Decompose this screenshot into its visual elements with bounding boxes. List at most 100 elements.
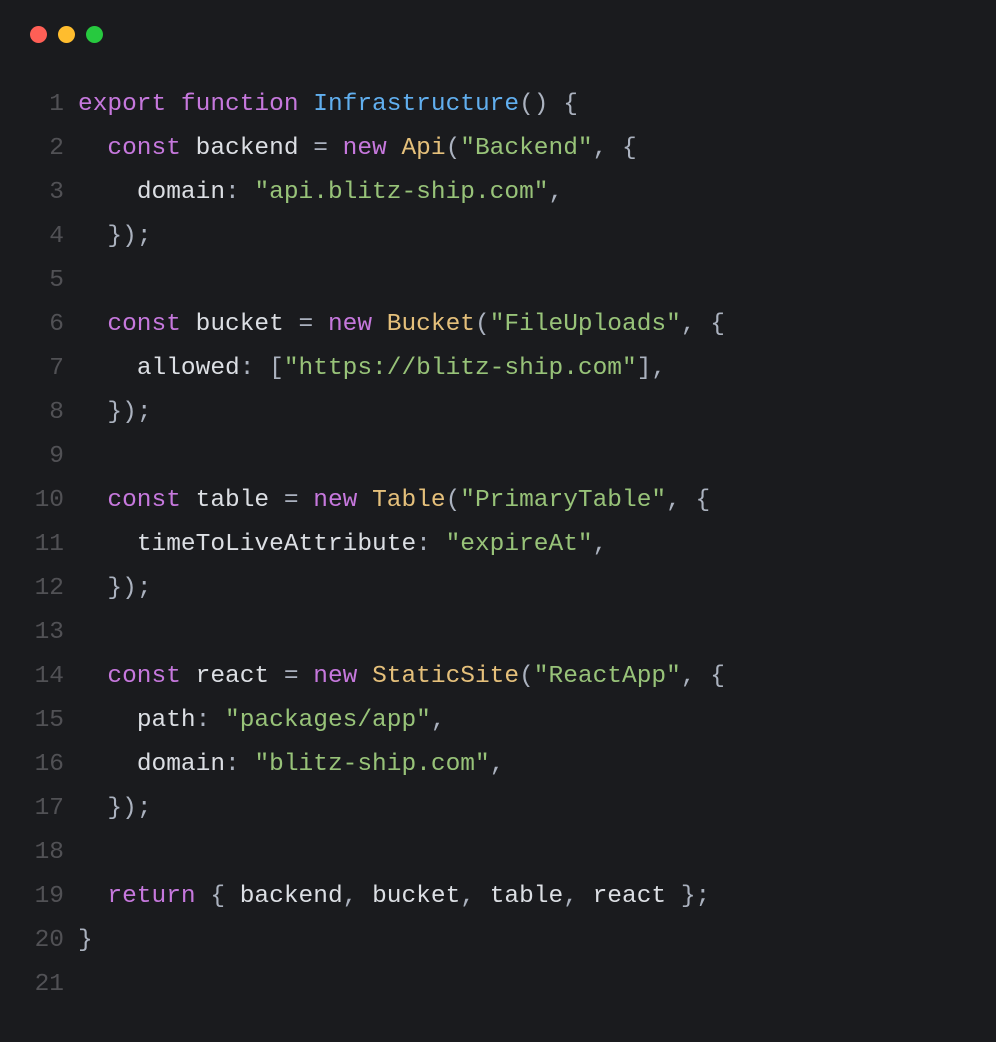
code-editor[interactable]: 1export function Infrastructure() {2 con… xyxy=(22,83,974,1007)
code-token: ( xyxy=(519,663,534,690)
code-token: "packages/app" xyxy=(225,707,431,734)
code-token: const xyxy=(107,663,181,690)
code-token xyxy=(372,311,387,338)
code-content: path: "packages/app", xyxy=(78,699,446,743)
code-content: }); xyxy=(78,787,152,831)
code-token: new xyxy=(313,487,357,514)
window-minimize-icon[interactable] xyxy=(58,26,75,43)
code-token xyxy=(607,135,622,162)
code-token xyxy=(357,883,372,910)
code-line: 3 domain: "api.blitz-ship.com", xyxy=(22,171,974,215)
code-token: Api xyxy=(401,135,445,162)
code-token: Bucket xyxy=(387,311,475,338)
code-token: react xyxy=(196,663,270,690)
code-token: , xyxy=(651,355,666,382)
code-token: allowed xyxy=(137,355,240,382)
code-token xyxy=(299,135,314,162)
code-token: } xyxy=(107,399,122,426)
code-token: : xyxy=(240,355,255,382)
code-token: react xyxy=(593,883,667,910)
code-content: timeToLiveAttribute: "expireAt", xyxy=(78,523,607,567)
line-number: 15 xyxy=(22,699,78,743)
code-window: 1export function Infrastructure() {2 con… xyxy=(0,0,996,1029)
code-token: = xyxy=(284,663,299,690)
window-zoom-icon[interactable] xyxy=(86,26,103,43)
code-token xyxy=(696,663,711,690)
code-content: domain: "blitz-ship.com", xyxy=(78,743,504,787)
line-number: 21 xyxy=(22,963,78,1007)
line-number: 3 xyxy=(22,171,78,215)
line-number: 5 xyxy=(22,259,78,303)
code-token xyxy=(78,531,137,558)
code-line: 1export function Infrastructure() { xyxy=(22,83,974,127)
code-token: ) xyxy=(122,223,137,250)
code-token xyxy=(475,883,490,910)
code-token xyxy=(357,663,372,690)
code-token: } xyxy=(107,575,122,602)
code-token xyxy=(166,91,181,118)
code-token: Infrastructure xyxy=(313,91,519,118)
code-line: 8 }); xyxy=(22,391,974,435)
line-number: 14 xyxy=(22,655,78,699)
code-token: : xyxy=(196,707,211,734)
line-number: 9 xyxy=(22,435,78,479)
code-token: , xyxy=(681,311,696,338)
code-token: [ xyxy=(269,355,284,382)
code-token xyxy=(269,663,284,690)
code-token: ( xyxy=(446,487,461,514)
code-token xyxy=(681,487,696,514)
line-number: 6 xyxy=(22,303,78,347)
code-token: ; xyxy=(137,399,152,426)
code-token: { xyxy=(696,487,711,514)
code-token xyxy=(299,487,314,514)
code-line: 21 xyxy=(22,963,974,1007)
line-number: 1 xyxy=(22,83,78,127)
code-token: ] xyxy=(637,355,652,382)
code-content: const backend = new Api("Backend", { xyxy=(78,127,637,171)
code-token xyxy=(78,223,107,250)
code-token: StaticSite xyxy=(372,663,519,690)
code-token: { xyxy=(710,663,725,690)
code-token: table xyxy=(490,883,564,910)
code-token xyxy=(240,179,255,206)
code-token: new xyxy=(328,311,372,338)
code-content: const react = new StaticSite("ReactApp",… xyxy=(78,655,725,699)
window-close-icon[interactable] xyxy=(30,26,47,43)
code-token xyxy=(181,135,196,162)
code-token xyxy=(78,663,107,690)
code-content: return { backend, bucket, table, react }… xyxy=(78,875,710,919)
line-number: 2 xyxy=(22,127,78,171)
code-token: new xyxy=(313,663,357,690)
code-token xyxy=(666,883,681,910)
code-token: ( xyxy=(519,91,534,118)
code-content: }); xyxy=(78,391,152,435)
code-token xyxy=(284,311,299,338)
code-token xyxy=(78,707,137,734)
code-token: , xyxy=(490,751,505,778)
code-token: ) xyxy=(122,795,137,822)
window-controls xyxy=(22,26,974,43)
line-number: 7 xyxy=(22,347,78,391)
code-token xyxy=(78,487,107,514)
code-token: bucket xyxy=(372,883,460,910)
code-token: , xyxy=(563,883,578,910)
code-token: export xyxy=(78,91,166,118)
code-token xyxy=(78,355,137,382)
line-number: 4 xyxy=(22,215,78,259)
line-number: 8 xyxy=(22,391,78,435)
code-line: 20} xyxy=(22,919,974,963)
code-token: : xyxy=(416,531,431,558)
line-number: 13 xyxy=(22,611,78,655)
code-token: , xyxy=(681,663,696,690)
code-token xyxy=(313,311,328,338)
code-token: "PrimaryTable" xyxy=(460,487,666,514)
code-line: 17 }); xyxy=(22,787,974,831)
code-token: ; xyxy=(137,223,152,250)
code-token: timeToLiveAttribute xyxy=(137,531,416,558)
code-content: allowed: ["https://blitz-ship.com"], xyxy=(78,347,666,391)
code-token xyxy=(269,487,284,514)
code-token xyxy=(78,399,107,426)
line-number: 19 xyxy=(22,875,78,919)
code-token xyxy=(225,883,240,910)
code-token: domain xyxy=(137,751,225,778)
